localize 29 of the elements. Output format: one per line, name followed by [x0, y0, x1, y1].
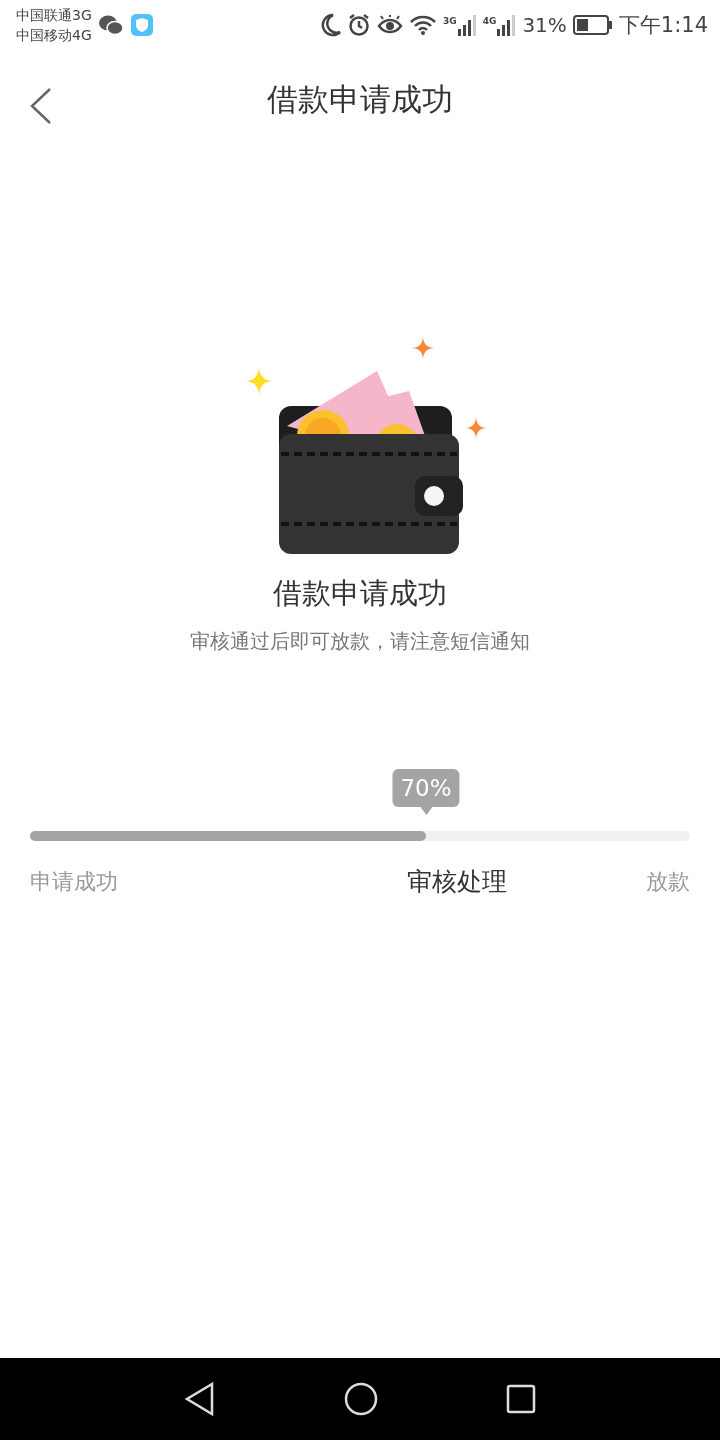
battery-icon: [572, 15, 613, 35]
circle-icon: [344, 1382, 378, 1416]
step-label: 放款: [646, 867, 690, 896]
battery-percent: 31%: [522, 13, 567, 37]
clock-time: 下午1:14: [618, 12, 708, 39]
signal-icon: [456, 14, 477, 36]
recents-nav-icon[interactable]: [506, 1384, 536, 1414]
back-nav-icon[interactable]: [184, 1382, 216, 1416]
step-label: 审核处理: [407, 866, 507, 898]
square-icon: [506, 1384, 536, 1414]
progress-bubble: 70%: [392, 769, 460, 807]
carrier-label: 中国联通3G: [16, 6, 92, 25]
signal-icon: [496, 14, 517, 36]
network-label: 3G: [443, 16, 457, 26]
shield-icon: [129, 13, 154, 37]
result-title: 借款申请成功: [273, 575, 447, 612]
carrier-label: 中国移动4G: [16, 26, 92, 45]
wifi-icon: [409, 14, 438, 36]
moon-icon: [319, 13, 342, 37]
alarm-icon: [347, 13, 372, 37]
result-message: 审核通过后即可放款，请注意短信通知: [190, 628, 530, 655]
step-label: 申请成功: [30, 867, 118, 896]
network-label: 4G: [482, 16, 497, 26]
triangle-icon: [184, 1382, 216, 1416]
page-title: 借款申请成功: [267, 80, 453, 119]
home-nav-icon[interactable]: [344, 1382, 378, 1416]
chat-icon: [97, 14, 124, 36]
eye-icon: [377, 15, 404, 35]
pointer-icon: [420, 807, 432, 815]
